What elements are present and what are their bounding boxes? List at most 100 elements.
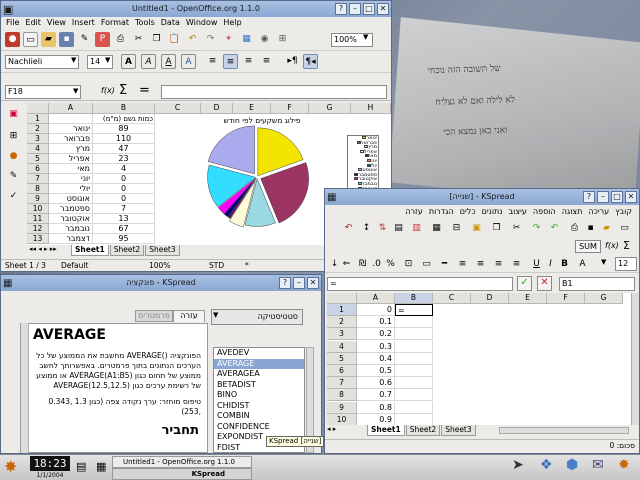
column-header[interactable]: B [93,103,155,114]
ks-menu-data[interactable]: נתונים [482,207,503,216]
paste-icon[interactable]: 📋 [167,32,182,47]
row-header[interactable]: 12 [27,224,49,234]
row-header[interactable]: 10 [27,204,49,214]
italic-icon[interactable]: A [141,54,156,69]
status-zoom[interactable]: 100% [149,260,170,272]
row-header[interactable]: 3 [27,134,49,144]
ks-row-header[interactable]: 1 [327,304,357,316]
maximize-icon[interactable]: □ [611,191,623,203]
font-name-select[interactable]: Nachlieli [5,55,79,69]
ks-row-header[interactable]: 7 [327,377,357,390]
undo-icon[interactable]: ↶ [341,221,356,236]
ks-row-header[interactable]: 3 [327,328,357,341]
chevron-down-icon[interactable]: ▼ [363,33,368,41]
open-folder-icon[interactable]: ▰ [599,221,614,236]
cell-rainfall[interactable]: 47 [93,144,155,154]
cell-month[interactable]: יולי [49,184,93,194]
minimize-icon[interactable]: – [293,277,305,289]
cell-month[interactable]: פברואר [49,134,93,144]
cell-rainfall[interactable]: כמות גשם (מ"מ) [93,114,155,124]
ks-cell-b[interactable] [395,389,433,402]
row-header[interactable]: 1 [27,114,49,124]
autosum-button[interactable]: SUM [575,240,601,253]
task-kspread[interactable]: KSpread [112,468,252,480]
menu-insert[interactable]: Insert [72,18,95,27]
new-document-icon[interactable]: ▭ [617,221,632,236]
ks-sheet-tab-2[interactable]: Sheet2 [405,425,441,436]
close-icon[interactable]: ✕ [307,277,319,289]
row-header[interactable]: 7 [27,174,49,184]
ks-cell-b[interactable] [395,413,433,425]
gallery-icon[interactable]: ▦ [239,32,254,47]
sheet-tab-2[interactable]: Sheet2 [109,245,145,256]
align-left-icon[interactable]: ≡ [205,54,220,69]
mail-icon[interactable]: ✉ [592,457,604,473]
insert-cells-icon[interactable]: ⊞ [6,129,21,144]
ks-font-size[interactable]: 12 [615,257,637,271]
menu-format[interactable]: Format [101,18,129,27]
ks-column-header[interactable]: A [357,293,395,304]
undo2-icon[interactable]: ↶ [547,221,562,236]
insert-object-icon[interactable]: ● [6,149,21,164]
spellcheck-icon[interactable]: ✓ [6,189,21,204]
ks-cell-a[interactable]: 0.6 [357,377,395,390]
ks-formula-input[interactable]: = [327,277,513,291]
sum-icon[interactable]: Σ [623,239,630,252]
draw-icon[interactable]: ✎ [6,169,21,184]
redo-icon[interactable]: ↷ [529,221,544,236]
ks-cell-b[interactable] [395,401,433,414]
ks-sheet-grid[interactable]: ABCDEFG 1 0 = 2 0.1 3 0.2 4 0.3 5 0.4 6 0.5 7 0.6 8 0.7 9… [327,293,631,425]
save-icon[interactable]: ▪ [583,221,598,236]
bold-icon[interactable]: B [557,257,572,272]
cell-month[interactable]: יוני [49,174,93,184]
ks-row-header[interactable]: 8 [327,389,357,402]
tab-nav-icon[interactable]: ◂ ▸ [327,425,336,433]
cell-month[interactable] [49,114,93,124]
cell-rainfall[interactable]: 95 [93,234,155,244]
ks-select-all[interactable] [327,293,357,304]
column-header[interactable]: D [201,103,233,114]
sheet-tab-1[interactable]: Sheet1 [71,245,109,256]
cell-month[interactable]: דצמבר [49,234,93,244]
cell-month[interactable]: אוקטובר [49,214,93,224]
close-icon[interactable]: ✕ [625,191,637,203]
function-wizard-icon[interactable]: f(x) [101,86,115,95]
category-combo[interactable]: סטטיסטיקה [211,309,303,325]
cell-rainfall[interactable]: 67 [93,224,155,234]
function-list-item[interactable]: AVERAGEA [214,369,304,380]
ks-cell-b[interactable] [395,340,433,353]
stylist-icon[interactable]: ⊞ [275,32,290,47]
formula-input[interactable] [161,85,387,99]
copy-icon[interactable]: ❐ [489,221,504,236]
align-right-icon[interactable]: ≡ [473,257,488,272]
print-icon[interactable]: ⎙ [113,32,128,47]
cell-rainfall[interactable]: 0 [93,184,155,194]
insert-column-icon[interactable]: ▦ [429,221,444,236]
cell-month[interactable]: אוגוסט [49,194,93,204]
show-desktop-icon[interactable]: ▦ [96,460,106,473]
cell-rainfall[interactable]: 23 [93,154,155,164]
ks-menu-file[interactable]: קובץ [615,207,632,216]
equals-icon[interactable]: = [139,83,150,98]
network-icon[interactable]: ❖ [540,457,553,473]
column-header[interactable]: F [271,103,309,114]
function-icon[interactable]: f(x) [605,241,619,250]
align-center-icon[interactable]: ≡ [223,54,238,69]
function-dialog-titlebar[interactable]: ▦ פונקציה - KSpread ? – ✕ [1,275,321,291]
cell-month[interactable]: מאי [49,164,93,174]
bold-icon[interactable]: A [121,54,136,69]
help-panel-scrollbar[interactable] [21,323,29,453]
cell-month[interactable]: ינואר [49,124,93,134]
copy-icon[interactable]: ❐ [149,32,164,47]
cell-month[interactable]: מרץ [49,144,93,154]
ks-column-header[interactable]: D [471,293,509,304]
cell-rainfall[interactable]: 4 [93,164,155,174]
shield-icon[interactable]: ⬢ [566,457,578,473]
rtl-cell-icon[interactable]: ⇐ [339,257,354,272]
function-list-item[interactable]: CHIDIST [214,401,304,412]
border-icon[interactable]: ⊡ [401,257,416,272]
ks-cell-b[interactable] [395,365,433,377]
ks-menu-edit[interactable]: עריכה [588,207,609,216]
ks-cell-b[interactable] [395,316,433,329]
ks-cell-a[interactable]: 0.8 [357,401,395,414]
